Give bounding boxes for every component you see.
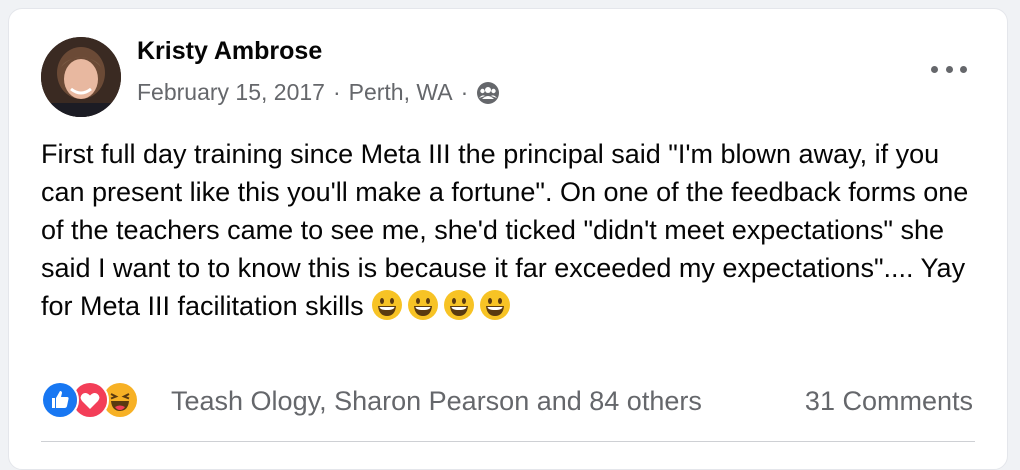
meta-separator: · [460, 79, 469, 105]
reaction-names-link[interactable]: Teash Ology, Sharon Pearson and 84 other… [171, 386, 702, 417]
friends-icon[interactable] [476, 81, 500, 105]
like-icon [41, 381, 79, 419]
dot-icon [931, 65, 938, 73]
dot-icon [960, 65, 967, 73]
grinning-emoji-icon [444, 290, 475, 320]
comments-count-link[interactable]: 31 Comments [805, 386, 973, 417]
grinning-emoji-icon [372, 290, 403, 320]
post-body: First full day training since Meta III t… [41, 135, 971, 325]
divider [41, 441, 975, 442]
author-name[interactable]: Kristy Ambrose [137, 37, 322, 66]
emoji-group [371, 290, 515, 321]
meta-separator: · [332, 79, 341, 105]
post-date[interactable]: February 15, 2017 [137, 79, 325, 106]
post-location[interactable]: Perth, WA [349, 79, 453, 106]
reaction-icons[interactable] [41, 381, 139, 419]
dot-icon [945, 65, 953, 73]
post-card: Kristy Ambrose February 15, 2017 · Perth… [8, 8, 1008, 470]
grinning-emoji-icon [480, 290, 511, 320]
grinning-emoji-icon [408, 290, 439, 320]
more-options-button[interactable] [931, 59, 967, 79]
avatar[interactable] [41, 37, 121, 117]
post-meta: February 15, 2017 · Perth, WA · [137, 79, 500, 106]
